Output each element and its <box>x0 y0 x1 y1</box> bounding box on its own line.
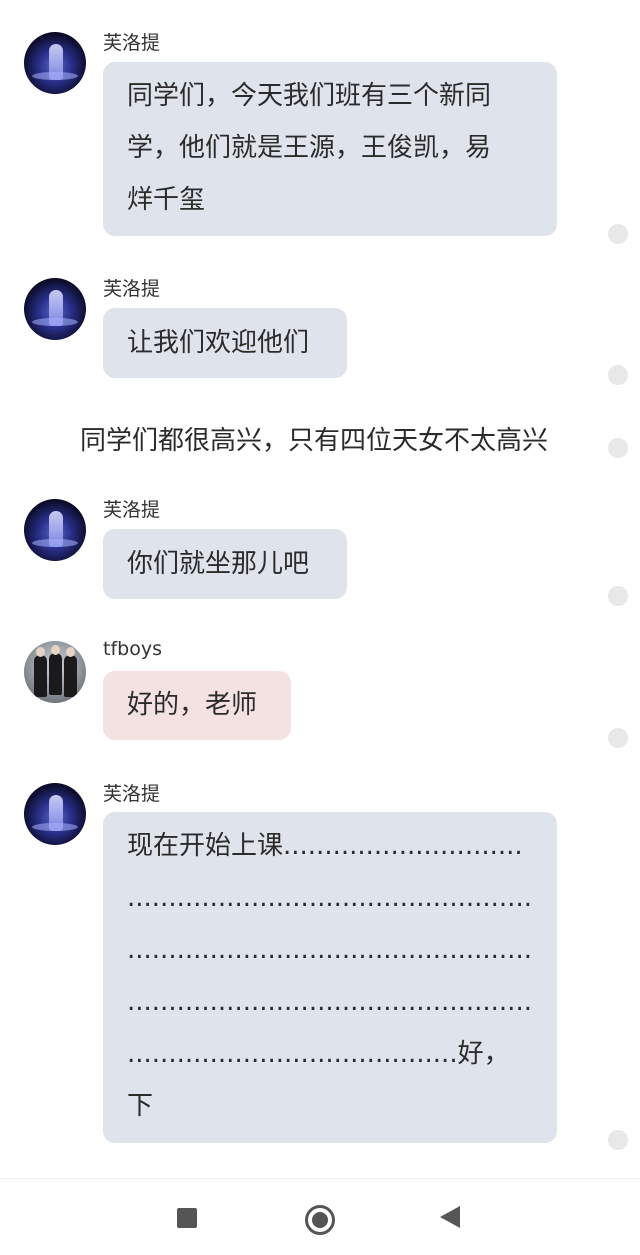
avatar-glow <box>32 823 78 831</box>
status-dot <box>608 1130 628 1150</box>
square-icon[interactable] <box>177 1208 197 1228</box>
status-dot <box>608 586 628 606</box>
teacher-avatar[interactable] <box>24 499 86 561</box>
teacher-avatar[interactable] <box>24 783 86 845</box>
status-dot <box>608 365 628 385</box>
message-bubble[interactable]: 同学们，今天我们班有三个新同 学，他们就是王源，王俊凯，易 烊千玺 <box>103 62 557 236</box>
teacher-avatar[interactable] <box>24 32 86 94</box>
sender-name: 芙洛提 <box>103 32 161 54</box>
message-bubble[interactable]: 好的，老师 <box>103 671 291 740</box>
teacher-avatar[interactable] <box>24 278 86 340</box>
tfboys-avatar[interactable] <box>24 641 86 703</box>
triangle-icon[interactable] <box>440 1206 460 1228</box>
sender-name: 芙洛提 <box>103 278 161 300</box>
avatar-glow <box>32 72 78 80</box>
circle-icon[interactable] <box>305 1205 335 1235</box>
sender-name: 芙洛提 <box>103 499 161 521</box>
status-dot <box>608 728 628 748</box>
avatar-glow <box>32 318 78 326</box>
message-bubble[interactable]: 现在开始上课............................. ....… <box>103 812 557 1143</box>
avatar-glow <box>32 539 78 547</box>
message-bubble[interactable]: 让我们欢迎他们 <box>103 308 347 378</box>
sender-name: 芙洛提 <box>103 783 161 805</box>
status-dot <box>608 438 628 458</box>
sender-name: tfboys <box>103 638 162 660</box>
system-nav-bar <box>0 1178 640 1255</box>
narration-text: 同学们都很高兴，只有四位天女不太高兴 <box>80 426 549 456</box>
message-bubble[interactable]: 你们就坐那儿吧 <box>103 529 347 599</box>
status-dot <box>608 224 628 244</box>
